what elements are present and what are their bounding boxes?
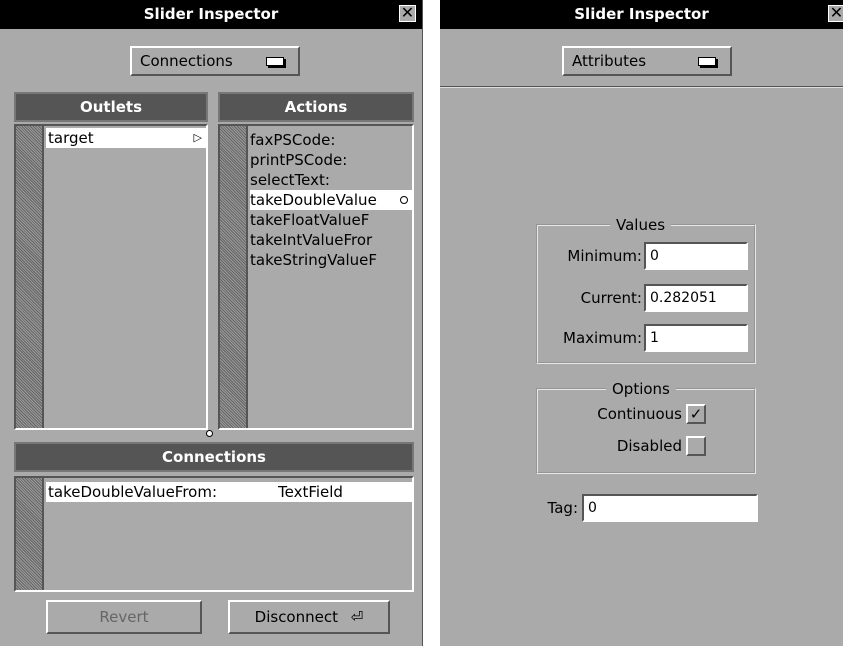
values-group-title: Values <box>610 216 672 234</box>
close-icon[interactable]: ✕ <box>828 5 843 22</box>
action-row[interactable]: takeStringValueF <box>250 250 412 270</box>
connections-inspector-window: Slider Inspector ✕ Connections Outlets A… <box>0 0 423 646</box>
current-field[interactable]: 0.282051 <box>644 284 748 312</box>
options-group: Options Continuous ✓ Disabled <box>536 380 756 474</box>
disabled-label: Disabled <box>616 437 682 455</box>
outlets-header: Outlets <box>14 92 208 122</box>
window-title: Slider Inspector <box>574 5 709 23</box>
splitter-handle-icon[interactable] <box>206 430 213 437</box>
close-icon[interactable]: ✕ <box>399 5 416 22</box>
minimum-field[interactable]: 0 <box>644 242 748 270</box>
connection-dot-icon <box>400 196 408 204</box>
action-row[interactable]: takeIntValueFror <box>250 230 412 250</box>
continuous-label: Continuous <box>597 405 682 423</box>
inspector-mode-popup[interactable]: Connections <box>130 46 300 76</box>
window-title: Slider Inspector <box>143 5 279 23</box>
minimum-label: Minimum: <box>567 247 642 265</box>
title-bar[interactable]: Slider Inspector ✕ <box>0 0 422 29</box>
connections-header: Connections <box>14 442 414 472</box>
action-row[interactable]: faxPSCode: <box>250 130 412 150</box>
current-label: Current: <box>580 289 642 307</box>
outlet-arrow-icon: ▷ <box>193 131 202 144</box>
outlets-list[interactable]: target ▷ <box>14 124 208 430</box>
popup-label: Connections <box>140 52 233 70</box>
connections-scrollbar[interactable] <box>16 478 44 590</box>
action-row-selected[interactable]: takeDoubleValue <box>250 190 412 210</box>
actions-list[interactable]: faxPSCode: printPSCode: selectText: take… <box>218 124 414 430</box>
action-row[interactable]: selectText: <box>250 170 412 190</box>
popup-icon <box>266 57 284 66</box>
popup-label: Attributes <box>572 52 647 70</box>
connections-list[interactable]: takeDoubleValueFrom: TextField <box>14 476 414 592</box>
divider <box>440 87 843 88</box>
tag-label: Tag: <box>547 499 578 517</box>
action-row[interactable]: printPSCode: <box>250 150 412 170</box>
return-key-icon: ⏎ <box>350 608 364 626</box>
checkmark-icon: ✓ <box>689 405 703 423</box>
connection-row[interactable]: takeDoubleValueFrom: TextField <box>46 482 414 502</box>
action-row[interactable]: takeFloatValueF <box>250 210 412 230</box>
outlets-scrollbar[interactable] <box>16 126 44 428</box>
disabled-checkbox[interactable] <box>686 436 706 456</box>
tag-field[interactable]: 0 <box>582 494 758 522</box>
disconnect-button[interactable]: Disconnect ⏎ <box>228 600 390 634</box>
title-bar[interactable]: Slider Inspector ✕ <box>440 0 843 29</box>
continuous-checkbox[interactable]: ✓ <box>686 404 706 424</box>
actions-scrollbar[interactable] <box>220 126 248 428</box>
attributes-inspector-window: Slider Inspector ✕ Attributes Values Min… <box>440 0 843 646</box>
disconnect-label: Disconnect <box>254 608 338 626</box>
inspector-mode-popup[interactable]: Attributes <box>562 46 732 76</box>
options-group-title: Options <box>606 380 676 398</box>
maximum-field[interactable]: 1 <box>644 324 748 352</box>
action-label: takeDoubleValue <box>250 191 377 209</box>
actions-header: Actions <box>218 92 414 122</box>
maximum-label: Maximum: <box>563 329 642 347</box>
values-group: Values Minimum: 0 Current: 0.282051 Maxi… <box>536 216 756 364</box>
outlet-row-target[interactable]: target ▷ <box>46 128 206 148</box>
connection-action: takeDoubleValueFrom: <box>48 483 218 501</box>
revert-button[interactable]: Revert <box>46 600 202 634</box>
connection-target: TextField <box>278 483 343 501</box>
outlet-label: target <box>48 129 94 147</box>
popup-icon <box>698 57 716 66</box>
